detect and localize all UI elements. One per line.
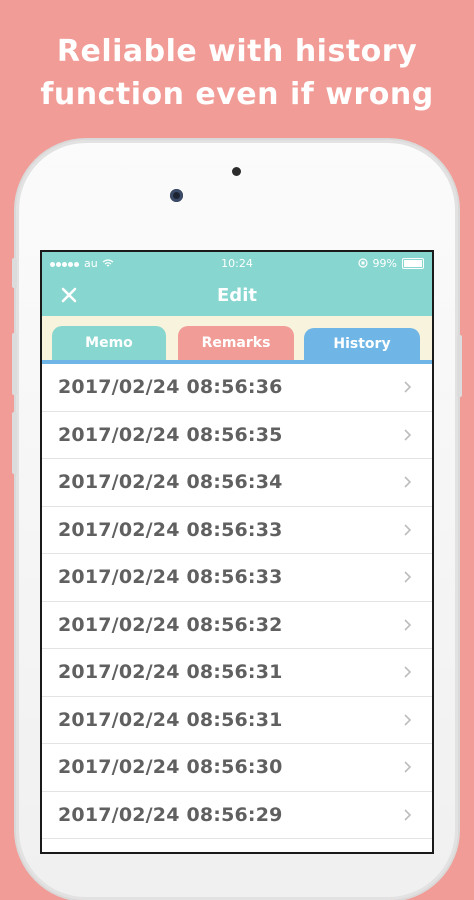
promo-headline: Reliable with history function even if w… — [0, 30, 474, 116]
history-timestamp: 2017/02/24 08:56:34 — [58, 471, 283, 494]
volume-up-button — [12, 333, 17, 395]
history-timestamp: 2017/02/24 08:56:31 — [58, 708, 283, 731]
chevron-right-icon — [404, 571, 412, 583]
history-row[interactable]: 2017/02/24 08:56:30 — [42, 744, 432, 792]
front-camera — [170, 189, 183, 202]
history-timestamp: 2017/02/24 08:56:33 — [58, 566, 283, 589]
orientation-lock-icon — [357, 258, 368, 268]
page-title: Edit — [217, 284, 257, 306]
chevron-right-icon — [404, 761, 412, 773]
tab-history[interactable]: History — [304, 328, 420, 360]
chevron-right-icon — [404, 381, 412, 393]
close-icon[interactable] — [56, 282, 82, 308]
earpiece-speaker — [232, 167, 241, 176]
history-row[interactable]: 2017/02/24 08:56:32 — [42, 602, 432, 649]
history-row[interactable]: 2017/02/24 08:56:34 — [42, 459, 432, 507]
history-row[interactable]: 2017/02/24 08:56:31 — [42, 649, 432, 697]
status-bar: au 10:24 99% — [42, 252, 432, 274]
promo-line-1: Reliable with history — [56, 34, 418, 69]
power-button — [457, 335, 462, 397]
app-screen: au 10:24 99% Edit Memo Remarks History 2… — [42, 252, 432, 852]
tab-bar: Memo Remarks History — [42, 316, 432, 364]
chevron-right-icon — [404, 619, 412, 631]
history-row[interactable]: 2017/02/24 08:56:33 — [42, 554, 432, 602]
history-list: 2017/02/24 08:56:36 2017/02/24 08:56:35 … — [42, 364, 432, 839]
volume-down-button — [12, 412, 17, 474]
chevron-right-icon — [404, 809, 412, 821]
history-row[interactable]: 2017/02/24 08:56:35 — [42, 412, 432, 459]
chevron-right-icon — [404, 429, 412, 441]
history-row[interactable]: 2017/02/24 08:56:33 — [42, 507, 432, 554]
promo-line-2: function even if wrong — [40, 77, 434, 112]
history-timestamp: 2017/02/24 08:56:30 — [58, 756, 283, 779]
history-row[interactable]: 2017/02/24 08:56:29 — [42, 792, 432, 839]
history-timestamp: 2017/02/24 08:56:32 — [58, 613, 283, 636]
chevron-right-icon — [404, 714, 412, 726]
history-row[interactable]: 2017/02/24 08:56:36 — [42, 364, 432, 412]
mute-switch — [12, 258, 17, 288]
history-row[interactable]: 2017/02/24 08:56:31 — [42, 697, 432, 744]
chevron-right-icon — [404, 666, 412, 678]
tab-remarks[interactable]: Remarks — [178, 326, 294, 360]
history-timestamp: 2017/02/24 08:56:31 — [58, 661, 283, 684]
tab-memo[interactable]: Memo — [52, 326, 166, 360]
history-timestamp: 2017/02/24 08:56:36 — [58, 376, 283, 399]
nav-bar: Edit — [42, 274, 432, 316]
history-timestamp: 2017/02/24 08:56:29 — [58, 803, 283, 826]
chevron-right-icon — [404, 524, 412, 536]
battery-icon — [402, 257, 424, 269]
history-timestamp: 2017/02/24 08:56:35 — [58, 423, 283, 446]
chevron-right-icon — [404, 476, 412, 488]
history-timestamp: 2017/02/24 08:56:33 — [58, 518, 283, 541]
battery-percent: 99% — [372, 256, 397, 270]
status-right: 99% — [357, 256, 424, 270]
